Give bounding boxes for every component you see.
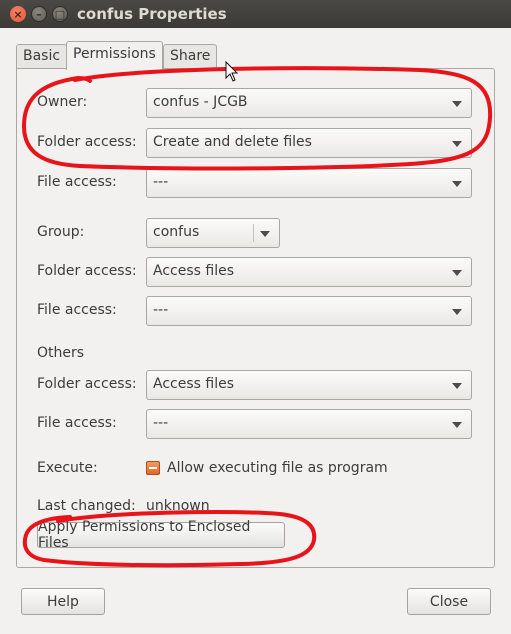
- tab-share[interactable]: Share: [163, 44, 218, 68]
- window-title: confus Properties: [77, 5, 227, 23]
- group-file-access-combo[interactable]: ---: [146, 296, 472, 326]
- group-label: Group:: [37, 224, 85, 240]
- maximize-window-icon[interactable]: □: [52, 6, 68, 22]
- last-changed-value: unknown: [146, 498, 210, 514]
- title-bar: × – □ confus Properties: [0, 0, 511, 28]
- owner-file-access-label: File access:: [37, 174, 117, 190]
- apply-permissions-button[interactable]: Apply Permissions to Enclosed Files: [37, 519, 285, 551]
- others-file-access-value: ---: [153, 415, 169, 431]
- others-file-access-label: File access:: [37, 415, 117, 431]
- owner-label: Owner:: [37, 94, 88, 110]
- others-folder-access-label: Folder access:: [37, 376, 137, 392]
- others-folder-access-combo[interactable]: Access files: [146, 370, 472, 400]
- tab-permissions[interactable]: Permissions: [66, 41, 163, 70]
- last-changed-label: Last changed:: [37, 498, 136, 514]
- chevron-down-icon: [452, 383, 462, 389]
- group-combo[interactable]: confus: [146, 218, 280, 248]
- owner-value: confus - JCGB: [153, 94, 248, 110]
- chevron-down-icon: [452, 422, 462, 428]
- execute-checkbox-label[interactable]: Allow executing file as program: [167, 460, 388, 476]
- help-button[interactable]: Help: [21, 588, 105, 615]
- minimize-window-icon[interactable]: –: [31, 6, 47, 22]
- close-button[interactable]: Close: [407, 588, 491, 615]
- owner-folder-access-label: Folder access:: [37, 134, 137, 150]
- others-heading: Others: [37, 345, 85, 361]
- chevron-down-icon: [452, 141, 462, 147]
- owner-file-access-combo[interactable]: ---: [146, 168, 472, 198]
- others-folder-access-value: Access files: [153, 376, 234, 392]
- group-file-access-value: ---: [153, 302, 169, 318]
- owner-combo[interactable]: confus - JCGB: [146, 88, 472, 118]
- others-file-access-combo[interactable]: ---: [146, 409, 472, 439]
- group-folder-access-combo[interactable]: Access files: [146, 257, 472, 287]
- owner-file-access-value: ---: [153, 174, 169, 190]
- chevron-down-icon: [452, 181, 462, 187]
- group-folder-access-label: Folder access:: [37, 263, 137, 279]
- chevron-down-icon: [452, 270, 462, 276]
- owner-folder-access-combo[interactable]: Create and delete files: [146, 128, 472, 158]
- group-file-access-label: File access:: [37, 302, 117, 318]
- close-window-icon[interactable]: ×: [10, 6, 26, 22]
- execute-label: Execute:: [37, 460, 98, 476]
- owner-folder-access-value: Create and delete files: [153, 134, 312, 150]
- chevron-down-icon: [260, 231, 270, 237]
- chevron-down-icon: [452, 101, 462, 107]
- execute-checkbox[interactable]: [146, 461, 160, 475]
- chevron-down-icon: [452, 309, 462, 315]
- tab-basic[interactable]: Basic: [16, 44, 68, 68]
- group-folder-access-value: Access files: [153, 263, 234, 279]
- group-value: confus: [153, 224, 200, 240]
- combo-separator: [253, 224, 254, 242]
